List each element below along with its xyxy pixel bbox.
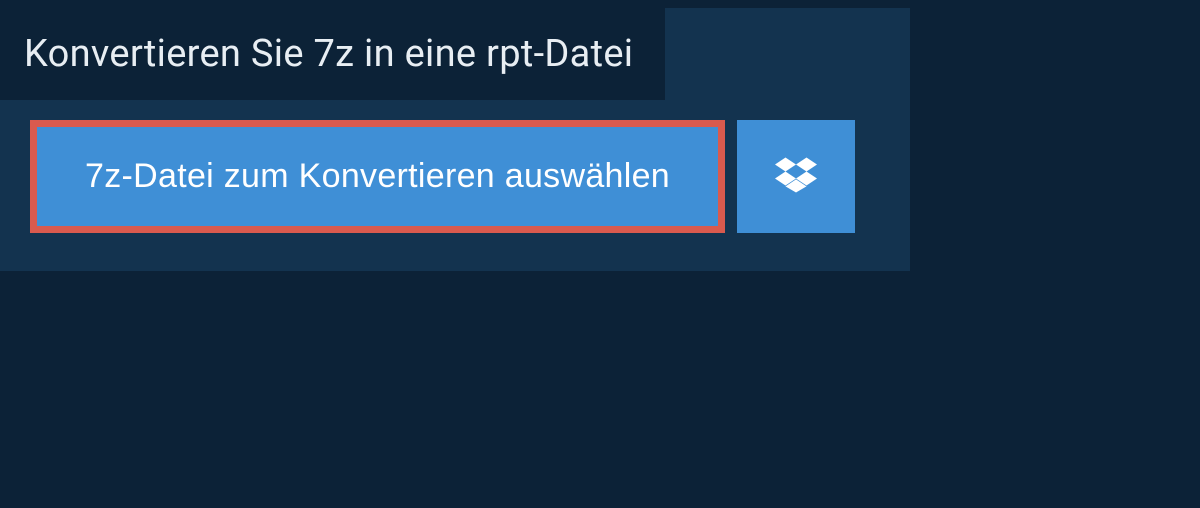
select-file-button[interactable]: 7z-Datei zum Konvertieren auswählen	[37, 127, 718, 226]
select-file-label: 7z-Datei zum Konvertieren auswählen	[85, 157, 670, 196]
page-title: Konvertieren Sie 7z in eine rpt-Datei	[24, 32, 633, 76]
dropbox-button[interactable]	[737, 120, 855, 233]
converter-panel: Konvertieren Sie 7z in eine rpt-Datei 7z…	[0, 8, 910, 271]
action-row: 7z-Datei zum Konvertieren auswählen	[0, 100, 910, 233]
select-file-highlight: 7z-Datei zum Konvertieren auswählen	[30, 120, 725, 233]
dropbox-icon	[775, 154, 817, 199]
title-bar: Konvertieren Sie 7z in eine rpt-Datei	[0, 8, 665, 100]
